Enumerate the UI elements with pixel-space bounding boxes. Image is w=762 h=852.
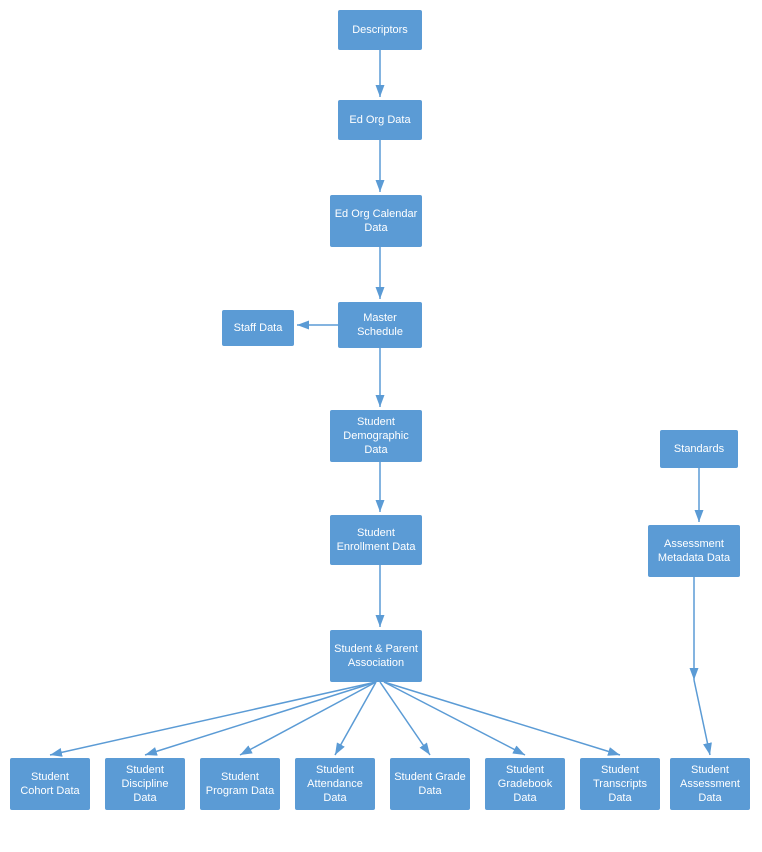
node-assessment_metadata: Assessment Metadata Data xyxy=(648,525,740,577)
node-student_discipline: Student Discipline Data xyxy=(105,758,185,810)
node-student_parent: Student & Parent Association xyxy=(330,630,422,682)
node-student_grade: Student Grade Data xyxy=(390,758,470,810)
node-student_assessment: Student Assessment Data xyxy=(670,758,750,810)
node-student_demographic: Student Demographic Data xyxy=(330,410,422,462)
node-master_schedule: Master Schedule xyxy=(338,302,422,348)
node-student_cohort: Student Cohort Data xyxy=(10,758,90,810)
node-ed_org_data: Ed Org Data xyxy=(338,100,422,140)
diagram-container: Descriptors Ed Org Data Ed Org Calendar Da… xyxy=(0,0,762,852)
node-student_attendance: Student Attendance Data xyxy=(295,758,375,810)
node-student_program: Student Program Data xyxy=(200,758,280,810)
node-descriptors: Descriptors xyxy=(338,10,422,50)
node-student_enrollment: Student Enrollment Data xyxy=(330,515,422,565)
node-standards: Standards xyxy=(660,430,738,468)
node-student_transcripts: Student Transcripts Data xyxy=(580,758,660,810)
node-ed_org_calendar: Ed Org Calendar Data xyxy=(330,195,422,247)
node-student_gradebook: Student Gradebook Data xyxy=(485,758,565,810)
node-staff_data: Staff Data xyxy=(222,310,294,346)
